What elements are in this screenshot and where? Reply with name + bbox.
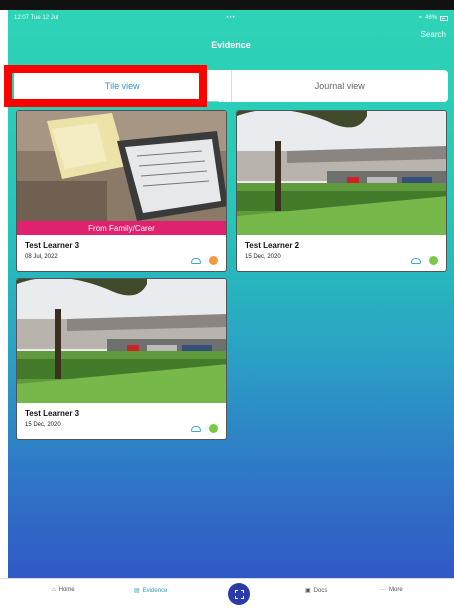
tab-home[interactable]: ⌂ Home bbox=[52, 587, 75, 593]
from-family-carer-banner: From Family/Carer bbox=[17, 221, 226, 235]
card-info: Test Learner 2 15 Dec, 2020 bbox=[237, 235, 446, 271]
learner-name: Test Learner 3 bbox=[25, 409, 80, 418]
status-bar: 12:07 Tue 12 Jul ••• ≈ 46% bbox=[8, 10, 454, 26]
building-photo-image bbox=[237, 111, 446, 235]
evidence-date: 15 Dec, 2020 bbox=[245, 254, 281, 260]
building-photo-image bbox=[17, 279, 226, 403]
learner-name: Test Learner 2 bbox=[245, 241, 300, 250]
ellipsis-icon: ··· bbox=[380, 587, 386, 593]
evidence-date: 15 Dec, 2020 bbox=[25, 422, 61, 428]
status-dot-orange-icon bbox=[209, 256, 218, 265]
evidence-card[interactable]: Test Learner 3 15 Dec, 2020 bbox=[16, 278, 227, 440]
card-status-icons bbox=[411, 256, 438, 265]
card-info: Test Learner 3 15 Dec, 2020 bbox=[17, 403, 226, 439]
battery-level: 46% bbox=[424, 15, 437, 21]
learner-name: Test Learner 3 bbox=[25, 241, 80, 250]
folder-icon: ▤ bbox=[134, 588, 140, 594]
tab-docs-label: Docs bbox=[313, 587, 328, 594]
scan-icon bbox=[234, 589, 244, 599]
status-dot-green-icon bbox=[429, 256, 438, 265]
view-toggle: Tile view Journal view bbox=[14, 70, 448, 102]
journal-view-button[interactable]: Journal view bbox=[230, 70, 449, 102]
tile-view-button[interactable]: Tile view bbox=[14, 70, 231, 102]
status-dot-green-icon bbox=[209, 424, 218, 433]
home-icon: ⌂ bbox=[52, 587, 56, 593]
evidence-card[interactable]: Test Learner 2 15 Dec, 2020 bbox=[236, 110, 447, 272]
evidence-photo bbox=[17, 279, 226, 403]
evidence-photo bbox=[237, 111, 446, 235]
evidence-photo: From Family/Carer bbox=[17, 111, 226, 235]
card-status-icons bbox=[191, 256, 218, 265]
tab-docs[interactable]: ▣ Docs bbox=[305, 587, 328, 595]
document-icon: ▣ bbox=[305, 588, 311, 594]
status-time: 12:07 Tue 12 Jul bbox=[14, 15, 59, 21]
page-title: Evidence bbox=[211, 40, 251, 50]
app-screen: 12:07 Tue 12 Jul ••• ≈ 46% Evidence Sear… bbox=[8, 10, 454, 608]
nav-bar: Evidence bbox=[8, 26, 454, 64]
status-dots: ••• bbox=[226, 15, 236, 21]
search-button[interactable]: Search bbox=[421, 30, 446, 39]
status-right: ≈ 46% bbox=[419, 15, 448, 21]
card-status-icons bbox=[191, 424, 218, 433]
cloud-icon bbox=[411, 257, 421, 264]
tab-home-label: Home bbox=[58, 587, 75, 593]
tab-evidence[interactable]: ▤ Evidence bbox=[134, 587, 168, 595]
tab-evidence-label: Evidence bbox=[142, 587, 168, 594]
cloud-icon bbox=[191, 425, 201, 432]
evidence-card[interactable]: From Family/Carer Test Learner 3 08 Jul,… bbox=[16, 110, 227, 272]
tab-more-label: More bbox=[389, 587, 403, 593]
bottom-tab-bar: ⌂ Home ▤ Evidence ▣ Docs ··· More bbox=[0, 578, 454, 608]
top-edge bbox=[0, 0, 454, 10]
battery-icon bbox=[440, 15, 448, 21]
scan-button[interactable] bbox=[228, 583, 250, 605]
evidence-date: 08 Jul, 2022 bbox=[25, 254, 58, 260]
cloud-icon bbox=[191, 257, 201, 264]
desk-photo-image bbox=[17, 111, 226, 235]
tab-more[interactable]: ··· More bbox=[380, 587, 403, 593]
card-info: Test Learner 3 08 Jul, 2022 bbox=[17, 235, 226, 271]
wifi-icon: ≈ bbox=[418, 15, 422, 21]
